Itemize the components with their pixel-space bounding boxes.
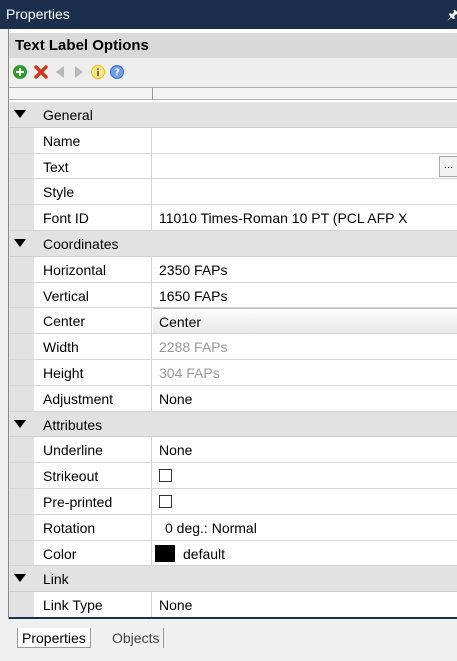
property-label: Center [43,313,86,330]
property-row-preprinted[interactable]: Pre-printed [9,488,457,515]
category-label: Link [43,571,69,588]
property-row-adjustment[interactable]: Adjustment None [9,385,457,412]
property-row-underline[interactable]: Underline None [9,437,457,464]
category-attributes[interactable]: Attributes [9,411,457,438]
property-value[interactable]: None [159,442,192,458]
property-value[interactable]: 11010 Times-Roman 10 PT (PCL AFP X [159,210,408,226]
property-label: Color [43,545,77,562]
preprinted-checkbox[interactable] [159,494,172,508]
property-label: Link Type [43,597,103,614]
property-row-style[interactable]: Style [9,179,457,206]
svg-text:?: ? [114,68,120,79]
help-icon[interactable]: ? [109,64,125,80]
property-label: Underline [43,442,103,459]
move-right-icon[interactable] [71,64,87,80]
property-value[interactable]: None [159,391,192,407]
move-left-icon[interactable] [52,64,68,80]
add-icon[interactable] [12,64,28,80]
center-dropdown[interactable]: Center [153,308,457,334]
collapse-arrow-icon[interactable] [14,574,26,583]
column-header [9,87,457,100]
category-label: General [43,107,93,123]
tab-objects[interactable]: Objects [108,628,165,648]
tab-bar: Properties Objects [0,619,457,661]
property-row-horizontal[interactable]: Horizontal 2350 FAPs [9,256,457,283]
collapse-arrow-icon[interactable] [14,238,26,247]
pin-icon[interactable]: 🖈 [447,6,457,28]
property-label: Style [43,184,75,201]
property-row-color[interactable]: Color default [9,540,457,567]
category-link[interactable]: Link [9,566,457,593]
property-label: Pre-printed [43,493,113,510]
property-label: Horizontal [43,261,107,278]
collapse-arrow-icon[interactable] [14,419,26,428]
property-value: 304 FAPs [159,364,220,381]
property-value[interactable]: None [159,597,192,613]
property-label: Name [43,132,81,149]
category-general[interactable]: General [9,102,457,128]
property-label: Vertical [43,287,89,304]
property-row-name[interactable]: Name [9,127,457,154]
property-row-vertical[interactable]: Vertical 1650 FAPs [9,282,457,309]
property-row-font-id[interactable]: Font ID 11010 Times-Roman 10 PT (PCL AFP… [9,205,457,231]
property-row-strikeout[interactable]: Strikeout [9,463,457,489]
tab-properties[interactable]: Properties [17,628,91,648]
property-label: Strikeout [43,468,99,485]
toolbar: ? [9,58,457,87]
property-label: Height [43,364,84,381]
property-row-text[interactable]: Text ... [9,153,457,180]
property-value[interactable]: 0 deg.: Normal [165,520,257,536]
property-label: Rotation [43,519,96,536]
property-row-width[interactable]: Width 2288 FAPs [9,334,457,360]
property-label: Adjustment [43,390,114,407]
property-value: 2288 FAPs [159,339,228,356]
panel-header: Text Label Options [9,33,457,58]
property-label: Width [43,339,79,356]
collapse-arrow-icon[interactable] [14,110,26,118]
window-title: Properties [6,6,70,22]
column-separator[interactable] [152,88,153,100]
property-row-height[interactable]: Height 304 FAPs [9,359,457,386]
info-icon[interactable] [90,64,106,80]
delete-icon[interactable] [33,64,49,80]
property-row-center[interactable]: Center Center [9,308,457,335]
property-value[interactable]: 2350 FAPs [159,262,228,278]
strikeout-checkbox[interactable] [159,469,172,483]
window-titlebar: Properties 🖈 [0,0,457,29]
property-row-link-type[interactable]: Link Type None [9,592,457,618]
ellipsis-button[interactable]: ... [439,155,457,177]
property-value[interactable]: default [183,546,225,562]
property-label: Font ID [43,210,89,227]
category-label: Attributes [43,416,103,433]
properties-panel: Text Label Options ? General Name Text .… [8,29,457,619]
property-value[interactable]: 1650 FAPs [159,288,228,304]
category-coordinates[interactable]: Coordinates [9,230,457,257]
property-grid: General Name Text ... Style Font ID 1101… [9,102,457,618]
property-label: Text [43,158,69,175]
property-row-rotation[interactable]: Rotation 0 deg.: Normal [9,514,457,541]
category-label: Coordinates [43,235,119,252]
color-swatch[interactable] [155,544,175,562]
